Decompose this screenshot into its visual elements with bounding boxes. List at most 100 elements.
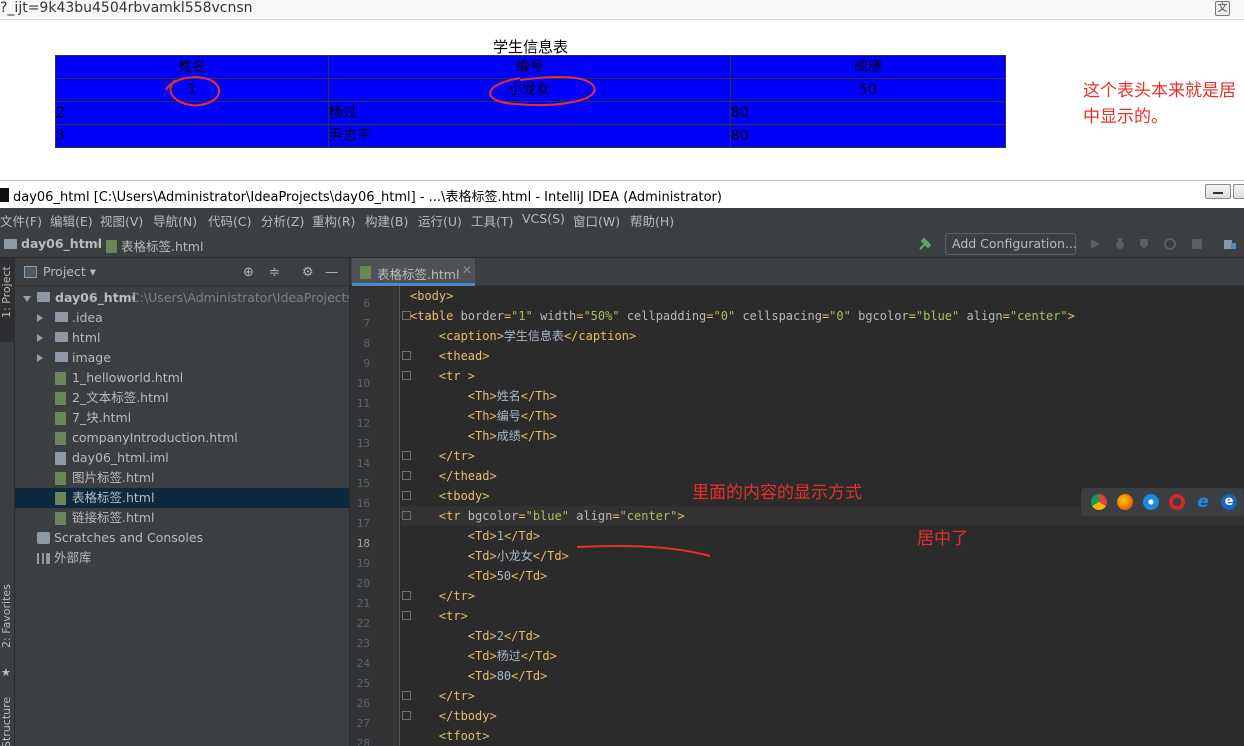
- code-line[interactable]: <tr >: [410, 366, 475, 386]
- structure-tool-tab[interactable]: Structure: [0, 697, 13, 746]
- code-line[interactable]: </tr>: [410, 686, 475, 706]
- student-table: 姓名 编号 成绩 1 小龙女 50 2 杨过 80 3 尹志平 80: [55, 55, 1006, 148]
- code-line[interactable]: </tr>: [410, 586, 475, 606]
- folder-icon: [4, 239, 17, 249]
- edge-icon[interactable]: e: [1221, 494, 1237, 510]
- tree-item-file[interactable]: 2_文本标签.html: [15, 388, 349, 408]
- project-tool-tab[interactable]: 1: Project: [0, 266, 13, 318]
- tree-item-label: html: [72, 330, 101, 345]
- tree-item-image[interactable]: image: [15, 348, 349, 368]
- menu-run[interactable]: 运行(U): [418, 211, 462, 230]
- menu-tools[interactable]: 工具(T): [471, 211, 513, 230]
- chevron-down-icon[interactable]: [23, 296, 31, 302]
- code-line[interactable]: <Td>2</Td>: [410, 626, 540, 646]
- menu-view[interactable]: 视图(V): [100, 211, 143, 230]
- locate-icon[interactable]: ⊕: [243, 265, 254, 280]
- module-folder-icon: [37, 292, 50, 302]
- code-line[interactable]: <Td>1</Td>: [410, 526, 540, 546]
- add-configuration-button[interactable]: Add Configuration...: [945, 233, 1077, 255]
- tree-item-scratches[interactable]: Scratches and Consoles: [15, 528, 349, 548]
- ide-title-bar[interactable]: day06_html [C:\Users\Administrator\IdeaP…: [0, 180, 1244, 208]
- menu-refactor[interactable]: 重构(R): [312, 211, 355, 230]
- line-number: 22: [356, 617, 370, 630]
- tree-item-html[interactable]: html: [15, 328, 349, 348]
- code-line[interactable]: <tr>: [410, 606, 468, 626]
- menu-navigate[interactable]: 导航(N): [153, 211, 197, 230]
- editor-tab-active[interactable]: 表格标签.html ✕: [352, 258, 475, 286]
- safari-icon[interactable]: [1143, 494, 1159, 510]
- navigation-bar: day06_html › 表格标签.html Add Configuration…: [0, 230, 1244, 258]
- code-line[interactable]: </tr>: [410, 446, 475, 466]
- build-hammer-icon[interactable]: [918, 237, 932, 251]
- tree-item-external-libs[interactable]: 外部库: [15, 548, 349, 568]
- code-line[interactable]: </tbody>: [410, 706, 497, 726]
- firefox-icon[interactable]: [1117, 494, 1133, 510]
- favorites-tool-tab[interactable]: 2: Favorites: [0, 584, 13, 648]
- table-caption: 学生信息表: [492, 38, 568, 56]
- breadcrumb-project[interactable]: day06_html: [4, 236, 102, 251]
- menu-edit[interactable]: 编辑(E): [50, 211, 93, 230]
- code-line[interactable]: <Td>小龙女</Td>: [410, 546, 569, 566]
- tree-item-file[interactable]: 图片标签.html: [15, 468, 349, 488]
- tree-item-idea[interactable]: .idea: [15, 308, 349, 328]
- minimize-button[interactable]: [1205, 184, 1231, 199]
- coverage-icon[interactable]: [1138, 237, 1152, 251]
- code-line[interactable]: <tr bgcolor="blue" align="center">: [410, 506, 685, 526]
- code-line[interactable]: <thead>: [410, 346, 490, 366]
- tree-item-file[interactable]: companyIntroduction.html: [15, 428, 349, 448]
- code-line[interactable]: <Th>编号</Th>: [410, 406, 557, 426]
- code-line[interactable]: <Th>姓名</Th>: [410, 386, 557, 406]
- hide-panel-icon[interactable]: —: [325, 265, 338, 280]
- tree-item-label: 1_helloworld.html: [72, 370, 184, 385]
- maximize-button[interactable]: [1233, 184, 1244, 199]
- tree-item-file[interactable]: 1_helloworld.html: [15, 368, 349, 388]
- menu-window[interactable]: 窗口(W): [573, 211, 620, 230]
- debug-icon[interactable]: [1113, 237, 1127, 251]
- code-line[interactable]: <table border="1" width="50%" cellpaddin…: [410, 306, 1075, 326]
- opera-icon[interactable]: [1169, 494, 1185, 510]
- code-line[interactable]: <Td>杨过</Td>: [410, 646, 557, 666]
- menu-code[interactable]: 代码(C): [208, 211, 251, 230]
- menu-vcs[interactable]: VCS(S): [522, 211, 565, 226]
- line-number: 12: [356, 417, 370, 430]
- stop-icon[interactable]: [1190, 237, 1204, 251]
- internet-explorer-icon[interactable]: e: [1195, 494, 1211, 511]
- menu-file[interactable]: 文件(F): [0, 211, 42, 230]
- table-header-row: 姓名 编号 成绩: [55, 55, 1006, 79]
- breadcrumb-file[interactable]: 表格标签.html: [106, 236, 203, 255]
- gear-icon[interactable]: ⚙: [302, 265, 314, 280]
- code-line[interactable]: <Td>50</Td>: [410, 566, 547, 586]
- tree-item-file[interactable]: day06_html.iml: [15, 448, 349, 468]
- chrome-icon[interactable]: [1091, 494, 1107, 510]
- close-icon[interactable]: ✕: [462, 263, 472, 277]
- code-line[interactable]: <Th>成绩</Th>: [410, 426, 557, 446]
- menu-analyze[interactable]: 分析(Z): [261, 211, 304, 230]
- code-line[interactable]: <Td>80</Td>: [410, 666, 547, 686]
- chevron-right-icon[interactable]: [37, 314, 43, 322]
- menu-build[interactable]: 构建(B): [365, 211, 408, 230]
- left-tool-stripe: 1: Project 2: Favorites ★ Structure: [0, 258, 15, 746]
- chevron-right-icon[interactable]: [37, 354, 43, 362]
- project-view-selector[interactable]: Project ▾: [43, 264, 96, 279]
- chevron-right-icon[interactable]: [37, 334, 43, 342]
- tree-item-file-selected[interactable]: 表格标签.html: [15, 488, 349, 508]
- tree-root-day06_html[interactable]: day06_html C:\Users\Administrator\IdeaPr…: [15, 288, 349, 308]
- project-structure-icon[interactable]: [1223, 237, 1237, 251]
- code-line[interactable]: </thead>: [410, 466, 497, 486]
- code-line[interactable]: <tfoot>: [410, 726, 490, 746]
- browser-url-bar[interactable]: ?_ijt=9k43bu4504rbvamkl558vcnsn 文: [0, 0, 1244, 20]
- menu-help[interactable]: 帮助(H): [630, 211, 674, 230]
- code-line[interactable]: <tbody>: [410, 486, 490, 506]
- code-line[interactable]: <caption>学生信息表</caption>: [410, 326, 636, 346]
- url-text[interactable]: ?_ijt=9k43bu4504rbvamkl558vcnsn: [0, 0, 253, 16]
- tree-item-file[interactable]: 7_块.html: [15, 408, 349, 428]
- collapse-all-icon[interactable]: ≑: [269, 265, 280, 280]
- tree-item-label: companyIntroduction.html: [72, 430, 238, 445]
- translate-icon[interactable]: 文: [1215, 1, 1230, 16]
- run-icon[interactable]: [1088, 237, 1102, 251]
- code-line[interactable]: <body>: [410, 286, 453, 306]
- tree-item-label: 7_块.html: [72, 410, 132, 425]
- cell: 杨过: [328, 101, 731, 125]
- profile-icon[interactable]: [1163, 237, 1177, 251]
- tree-item-file[interactable]: 链接标签.html: [15, 508, 349, 528]
